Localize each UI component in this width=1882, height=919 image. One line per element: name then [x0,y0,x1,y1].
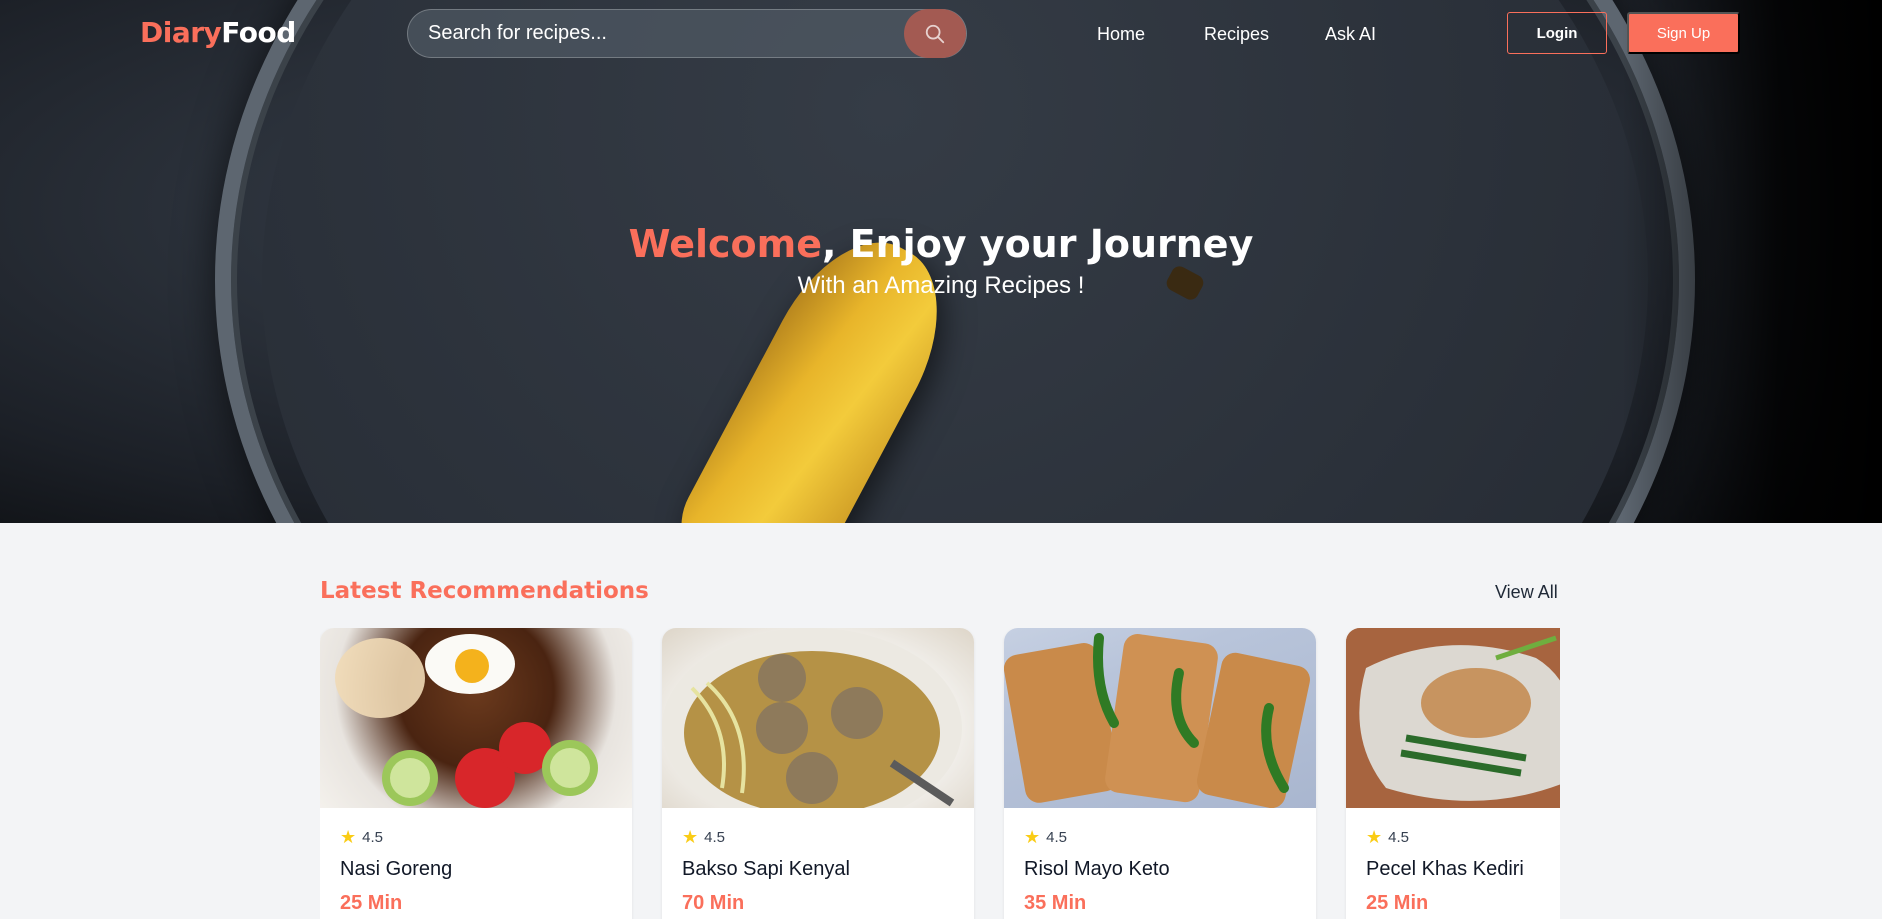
bakso-image [662,628,974,808]
recipe-card[interactable]: ★ 4.5 Risol Mayo Keto 35 Min [1004,628,1316,919]
risol-illustration [1004,633,1310,808]
risol-image [1004,628,1316,808]
search-input[interactable] [428,10,898,57]
navbar: DiaryFood Home Recipes Ask AI Login Sign… [0,0,1882,70]
recipe-rating: ★ 4.5 [1366,828,1409,846]
search-bar [407,9,967,58]
pecel-image [1346,628,1560,808]
login-button[interactable]: Login [1507,12,1607,54]
recipe-time: 25 Min [1366,892,1429,914]
recipe-rating: ★ 4.5 [340,828,383,846]
recipe-name: Bakso Sapi Kenyal [682,858,850,880]
recipe-time: 35 Min [1024,892,1087,914]
brand-logo-food: Food [221,16,296,49]
nav-ask-ai-link[interactable]: Ask AI [1325,24,1376,45]
signup-button[interactable]: Sign Up [1627,12,1740,54]
recipe-time: 70 Min [682,892,745,914]
nasi-goreng-illustration [335,634,598,808]
recipe-name: Nasi Goreng [340,858,453,880]
rating-value: 4.5 [1388,828,1409,846]
recipe-card[interactable]: ★ 4.5 Pecel Khas Kediri 25 Min [1346,628,1560,919]
recipe-time: 25 Min [340,892,403,914]
brand-logo[interactable]: DiaryFood [140,16,296,49]
rating-value: 4.5 [1046,828,1067,846]
view-all-link[interactable]: View All [1495,582,1558,603]
star-icon: ★ [340,827,357,847]
nav-home-link[interactable]: Home [1097,24,1145,45]
hero-title: Welcome, Enjoy your Journey [0,222,1882,266]
nav-recipes-link[interactable]: Recipes [1204,24,1269,45]
hero-banner: Welcome, Enjoy your Journey With an Amaz… [0,0,1882,523]
rating-value: 4.5 [704,828,725,846]
brand-logo-diary: Diary [140,16,222,49]
search-icon [925,24,945,43]
star-icon: ★ [1024,827,1041,847]
recipe-card[interactable]: ★ 4.5 Bakso Sapi Kenyal 70 Min [662,628,974,919]
hero-subtitle: With an Amazing Recipes ! [797,272,1085,299]
pecel-illustration [1346,628,1560,808]
recipe-name: Pecel Khas Kediri [1366,858,1524,880]
rating-value: 4.5 [362,828,383,846]
recipe-card[interactable]: ★ 4.5 Nasi Goreng 25 Min [320,628,632,919]
recipe-carousel: ★ 4.5 Nasi Goreng 25 Min ★ 4.5 Bakso Sap… [320,628,1560,919]
recipe-rating: ★ 4.5 [682,828,725,846]
search-button[interactable] [904,9,966,58]
recipe-rating: ★ 4.5 [1024,828,1067,846]
star-icon: ★ [1366,827,1383,847]
nasi-goreng-image [320,628,632,808]
hero-title-accent: Welcome [628,222,822,266]
bakso-illustration [662,628,962,808]
hero-title-rest: , Enjoy your Journey [822,222,1254,266]
section-title: Latest Recommendations [320,578,649,604]
recipe-name: Risol Mayo Keto [1024,858,1170,880]
star-icon: ★ [682,827,699,847]
